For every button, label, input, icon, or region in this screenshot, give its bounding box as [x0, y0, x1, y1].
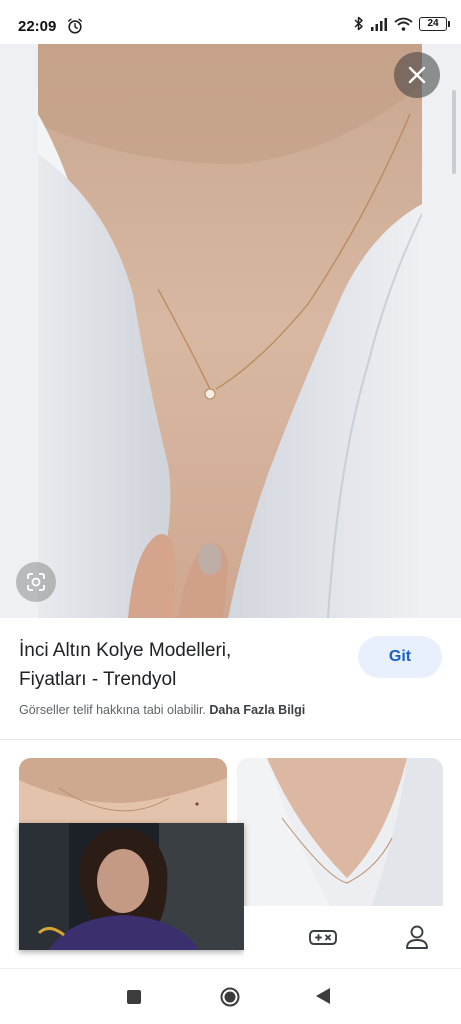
- lens-icon: [27, 573, 45, 591]
- divider: [0, 739, 461, 740]
- mini-video-player[interactable]: [19, 823, 244, 950]
- lens-button[interactable]: [16, 562, 56, 602]
- close-icon: [408, 66, 426, 84]
- bluetooth-icon: [354, 16, 363, 31]
- result-title-line1: İnci Altın Kolye Modelleri,: [19, 640, 232, 661]
- result-title-line2: Fiyatları - Trendyol: [19, 669, 177, 690]
- signal-icon: [371, 17, 387, 31]
- status-time: 22:09: [18, 18, 57, 35]
- system-navigation-bar: [0, 969, 461, 1024]
- copyright-notice: Görseller telif hakkına tabi olabilir. D…: [19, 703, 305, 717]
- close-button[interactable]: [394, 52, 440, 98]
- home-icon[interactable]: [220, 987, 240, 1007]
- status-icons: 24: [354, 16, 450, 31]
- video-frame: [19, 823, 244, 950]
- alarm-icon: [67, 18, 83, 34]
- recents-icon[interactable]: [127, 990, 141, 1004]
- image-viewer[interactable]: [0, 44, 461, 618]
- status-bar: 22:09 24: [0, 0, 461, 44]
- battery-icon: 24: [419, 16, 450, 31]
- related-image-2-photo: [237, 758, 443, 918]
- back-icon[interactable]: [316, 988, 330, 1004]
- copyright-text: Görseller telif hakkına tabi olabilir.: [19, 703, 206, 717]
- account-icon[interactable]: [402, 922, 432, 952]
- scroll-indicator: [452, 90, 456, 174]
- wifi-icon: [394, 17, 413, 31]
- result-title[interactable]: İnci Altın Kolye Modelleri, Fiyatları - …: [19, 636, 339, 694]
- more-info-link[interactable]: Daha Fazla Bilgi: [209, 703, 305, 717]
- visit-button[interactable]: Git: [358, 636, 442, 678]
- games-icon[interactable]: [308, 922, 338, 952]
- battery-level: 24: [427, 18, 439, 29]
- bottom-app-bar: [244, 906, 461, 970]
- hero-image[interactable]: [38, 44, 422, 618]
- related-image-2[interactable]: [237, 758, 443, 918]
